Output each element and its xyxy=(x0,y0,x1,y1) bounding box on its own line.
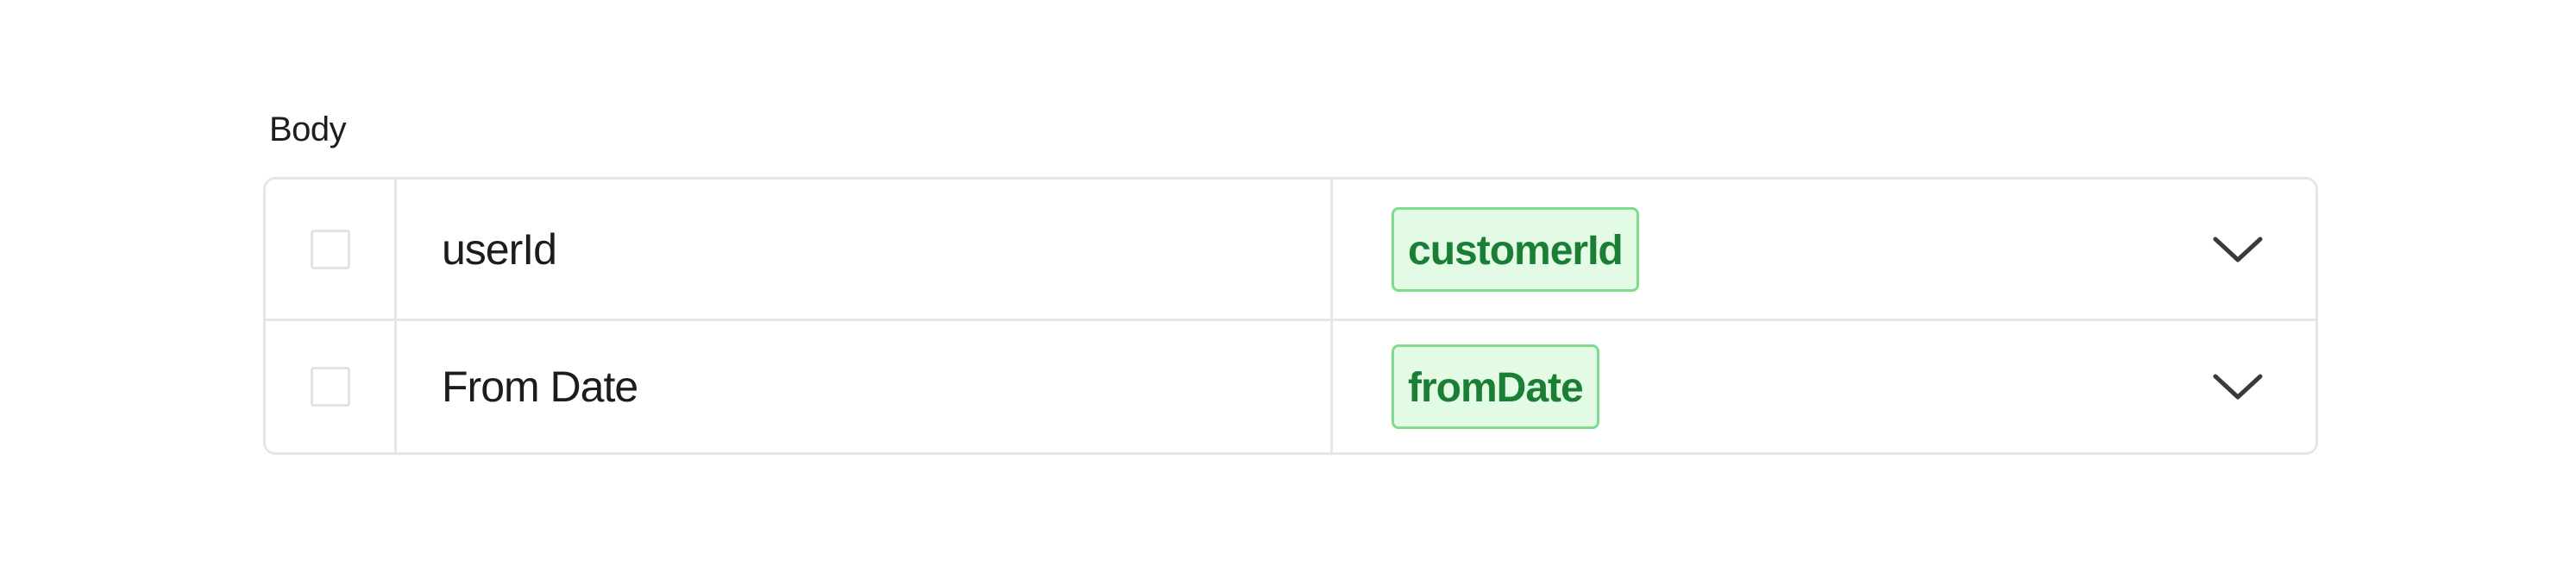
body-mapping-table: userId customerId From Date fromDate xyxy=(263,177,2318,455)
param-value-cell: fromDate xyxy=(1333,321,2315,452)
table-row: From Date fromDate xyxy=(266,321,2315,452)
variable-chip[interactable]: fromDate xyxy=(1392,344,1599,429)
table-row: userId customerId xyxy=(266,180,2315,321)
row-select-cell xyxy=(266,180,397,319)
chevron-down-icon[interactable] xyxy=(2212,369,2264,404)
row-select-cell xyxy=(266,321,397,452)
param-name: From Date xyxy=(397,321,1333,452)
row-checkbox[interactable] xyxy=(310,367,350,407)
param-value-cell: customerId xyxy=(1333,180,2315,319)
section-label-body: Body xyxy=(269,110,347,148)
variable-chip[interactable]: customerId xyxy=(1392,206,1639,292)
row-checkbox[interactable] xyxy=(310,229,350,269)
param-name: userId xyxy=(397,180,1333,319)
chevron-down-icon[interactable] xyxy=(2212,232,2264,267)
